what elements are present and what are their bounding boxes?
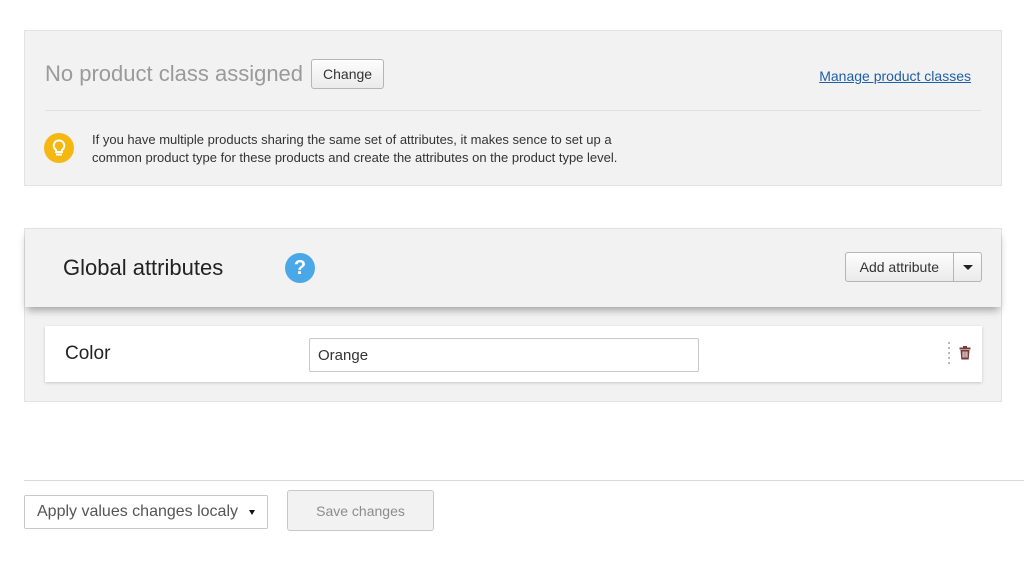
global-attributes-header: Global attributes ? Add attribute: [25, 229, 1001, 307]
add-attribute-button[interactable]: Add attribute: [844, 252, 954, 282]
global-attributes-title: Global attributes: [63, 255, 224, 280]
manage-product-classes-link[interactable]: Manage product classes: [819, 68, 971, 84]
attribute-row: Color: [45, 326, 982, 382]
product-class-panel: No product class assigned Change Manage …: [24, 30, 1002, 186]
dropdown-arrow-icon: [249, 509, 255, 515]
product-class-header: No product class assigned Change: [45, 59, 385, 89]
global-attributes-panel: Global attributes ? Add attribute Color: [24, 228, 1002, 402]
hint-line: If you have multiple products sharing th…: [92, 132, 612, 147]
caret-down-icon: [962, 264, 973, 270]
attribute-name: Color: [65, 343, 111, 364]
add-attribute-dropdown-toggle[interactable]: [954, 252, 982, 282]
drag-handle-icon[interactable]: [947, 342, 951, 364]
divider: [45, 110, 981, 111]
hint-text: If you have multiple products sharing th…: [92, 131, 712, 167]
apply-scope-selected-value: Apply values changes localy: [37, 503, 239, 520]
apply-scope-select[interactable]: Apply values changes localy: [24, 495, 268, 529]
lightbulb-icon: [44, 133, 74, 163]
attribute-value-input[interactable]: [309, 338, 699, 372]
add-attribute-button-group: Add attribute: [844, 252, 982, 282]
change-button[interactable]: Change: [311, 59, 385, 89]
help-icon[interactable]: ?: [285, 253, 315, 283]
product-class-title: No product class assigned: [45, 61, 304, 86]
trash-icon[interactable]: [959, 346, 973, 362]
hint-line: common product type for these products a…: [92, 150, 618, 165]
save-changes-button[interactable]: Save changes: [287, 490, 434, 531]
footer-divider: [24, 480, 1024, 481]
